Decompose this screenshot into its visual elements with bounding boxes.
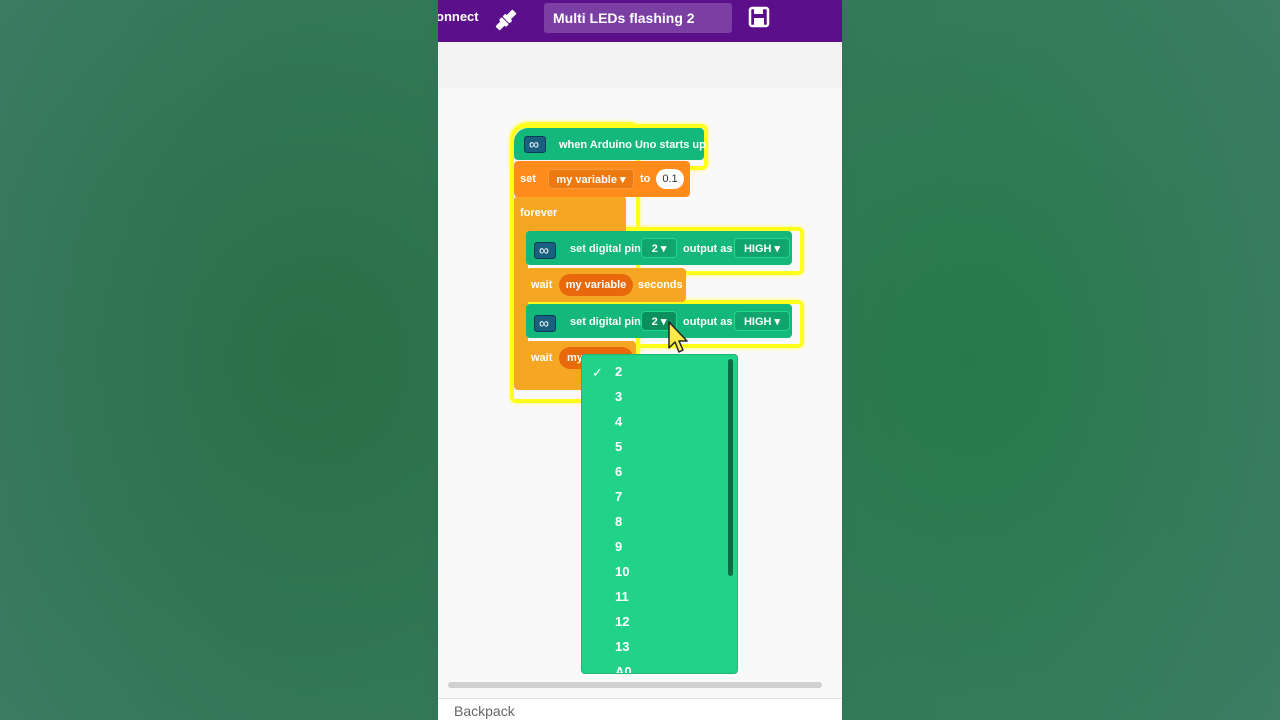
toolbar-strip	[438, 42, 842, 89]
dropdown-option[interactable]: 3	[615, 389, 622, 404]
dropdown-option[interactable]: 9	[615, 539, 622, 554]
dropdown-option[interactable]: 11	[615, 589, 629, 604]
pin-dropdown-menu[interactable]: ✓ 2 3 4 5 6 7 8 9 10 11 12 13 A0	[581, 354, 738, 674]
pin1-dropdown[interactable]: 2 ▾	[641, 238, 677, 258]
pin2-level-dropdown[interactable]: HIGH ▾	[734, 311, 790, 331]
pin1-label: set digital pin	[570, 243, 641, 255]
checkmark-icon: ✓	[592, 365, 603, 380]
dropdown-scrollbar[interactable]	[728, 359, 733, 576]
dropdown-option[interactable]: 8	[615, 514, 622, 529]
blurred-background-right	[842, 0, 1280, 720]
variable-dropdown[interactable]: my variable ▾	[548, 169, 634, 189]
pin2-output-label: output as	[683, 316, 733, 328]
dropdown-option[interactable]: 13	[615, 639, 629, 654]
pin2-label: set digital pin	[570, 316, 641, 328]
wait1-label: wait	[531, 279, 553, 291]
wait1-unit: seconds	[638, 279, 683, 291]
arduino-icon	[524, 135, 546, 153]
wait2-label: wait	[531, 352, 553, 364]
dropdown-option[interactable]: 6	[615, 464, 622, 479]
set-value-input[interactable]: 0.1	[656, 169, 684, 189]
dropdown-option[interactable]: 7	[615, 489, 622, 504]
forever-label: forever	[520, 207, 558, 219]
top-menu-bar: onnect Multi LEDs flashing 2	[438, 0, 842, 42]
dropdown-option[interactable]: 5	[615, 439, 622, 454]
pin1-level-dropdown[interactable]: HIGH ▾	[734, 238, 790, 258]
pin1-output-label: output as	[683, 243, 733, 255]
save-icon[interactable]	[748, 6, 770, 28]
dropdown-option[interactable]: A0	[615, 664, 632, 673]
mblock-editor: onnect Multi LEDs flashing 2 forever whe…	[438, 0, 842, 720]
wait1-variable[interactable]: my variable	[559, 274, 633, 296]
chevron-down-icon: ▾	[774, 316, 781, 328]
hat-label: when Arduino Uno starts up	[559, 139, 706, 151]
chevron-down-icon: ▾	[660, 243, 667, 255]
project-name-input[interactable]: Multi LEDs flashing 2	[544, 3, 732, 33]
backpack-panel[interactable]: Backpack	[438, 698, 842, 720]
dropdown-option[interactable]: 4	[615, 414, 622, 429]
arduino-icon	[534, 241, 556, 259]
arduino-icon	[534, 314, 556, 332]
to-label: to	[640, 173, 651, 185]
dropdown-option[interactable]: 2	[615, 364, 622, 379]
connect-button[interactable]: onnect	[438, 9, 479, 24]
blurred-background-left	[0, 0, 438, 720]
backpack-label: Backpack	[454, 703, 515, 719]
set-label: set	[520, 173, 536, 185]
dropdown-option[interactable]: 12	[615, 614, 629, 629]
horizontal-scrollbar[interactable]	[448, 682, 822, 688]
chevron-down-icon: ▾	[774, 243, 781, 255]
chevron-down-icon: ▾	[620, 174, 626, 186]
plug-icon[interactable]	[492, 6, 520, 34]
mouse-cursor-icon	[668, 321, 688, 353]
dropdown-option[interactable]: 10	[615, 564, 629, 579]
